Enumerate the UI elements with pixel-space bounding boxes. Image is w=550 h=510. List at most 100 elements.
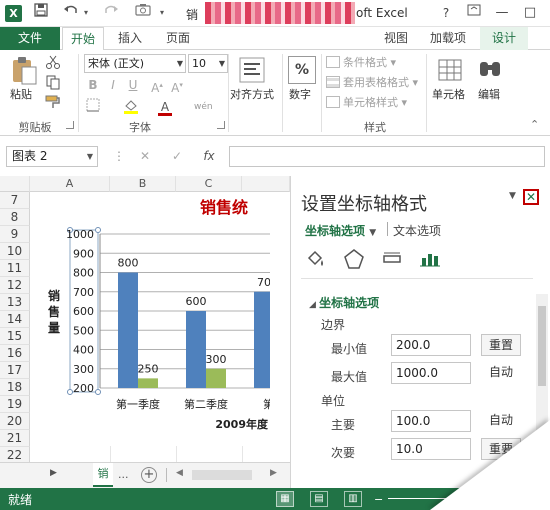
reset-minimum-button[interactable]: 重置 [481,334,521,356]
chart-area[interactable]: 1000 900 800 700 600 500 400 300 200 800 250 第一季度 60… [32,192,285,446]
row-header[interactable]: 13 [0,294,30,311]
sheet-tab-active[interactable]: 销 [93,463,113,487]
tab-addins[interactable]: 加载项 [424,27,472,50]
column-header[interactable]: A [30,176,110,192]
select-all-corner[interactable] [0,176,30,192]
axis-options-section-header[interactable]: ◢ 坐标轴选项 [309,294,379,311]
row-header[interactable]: 22 [0,447,30,462]
minimum-input[interactable]: 200.0 [391,334,471,356]
redo-icon[interactable] [100,3,122,23]
cell-style-button[interactable]: 单元格样式 ▾ [326,94,407,112]
row-header[interactable]: 12 [0,277,30,294]
align-icon[interactable] [238,56,266,84]
formula-input[interactable] [229,146,545,167]
font-name-combo[interactable]: 宋体 (正文) ▼ [84,54,186,73]
pane-scroll-thumb[interactable] [538,306,546,386]
enter-formula-button[interactable]: ✓ [166,146,188,167]
horizontal-scrollbar[interactable] [192,470,252,480]
row-header[interactable]: 16 [0,345,30,362]
cancel-formula-button[interactable]: ✕ [134,146,156,167]
underline-button[interactable]: U [124,76,142,94]
border-icon[interactable] [84,98,102,116]
scroll-right-icon[interactable]: ▶ [270,468,277,478]
camera-icon[interactable] [132,3,154,23]
clipboard-launcher-icon[interactable] [66,121,74,129]
more-sheets-button[interactable]: ... [118,468,129,481]
column-header[interactable]: B [110,176,176,192]
row-header[interactable]: 7 [0,192,30,209]
fill-color-icon[interactable] [122,98,140,116]
axis-options-icon[interactable] [419,248,441,270]
tab-design[interactable]: 设计 [480,27,528,50]
close-icon[interactable]: ✕ [523,189,539,205]
page-break-view-icon[interactable]: ▥ [344,491,362,507]
tab-axis-options[interactable]: 坐标轴选项 ▼ [305,222,376,239]
bold-button[interactable]: B [84,76,102,94]
undo-icon[interactable] [60,3,82,23]
font-color-icon[interactable]: A [156,98,174,116]
italic-button[interactable]: I [104,76,122,94]
chart-title[interactable]: 销售统 [200,194,248,218]
tab-file[interactable]: 文件 [0,27,60,50]
effects-icon[interactable] [343,248,365,270]
collapse-ribbon-icon[interactable]: ⌃ [530,116,539,134]
row-header[interactable]: 14 [0,311,30,328]
restore-button[interactable]: □ [516,2,544,24]
tab-page-layout[interactable]: 页面 [158,27,198,50]
maximum-input[interactable]: 1000.0 [391,362,471,384]
cells-icon[interactable] [436,56,464,84]
help-button[interactable]: ? [432,2,460,24]
worksheet-grid[interactable]: A B C 7 8 9 10 11 12 13 14 15 16 17 18 1… [0,176,290,462]
row-header[interactable]: 18 [0,379,30,396]
row-header[interactable]: 20 [0,413,30,430]
chart-svg[interactable]: 1000 900 800 700 600 500 400 300 200 800 250 第一季度 60… [32,192,285,446]
tab-insert[interactable]: 插入 [110,27,150,50]
column-header[interactable] [242,176,290,192]
save-icon[interactable] [30,3,52,23]
row-header[interactable]: 21 [0,430,30,447]
cut-icon[interactable] [45,54,61,72]
separator [387,222,388,236]
phonetic-icon[interactable]: wén [194,98,213,116]
data-label: 600 [186,295,207,308]
row-header[interactable]: 10 [0,243,30,260]
copy-icon[interactable] [45,74,61,92]
add-sheet-button[interactable]: + [141,467,157,483]
normal-view-icon[interactable]: ▦ [276,491,294,507]
ribbon-display-icon[interactable] [460,2,488,24]
percent-icon[interactable]: % [288,56,316,84]
binoculars-icon[interactable] [476,56,504,84]
conditional-format-button[interactable]: 条件格式 ▾ [326,54,396,72]
column-header[interactable]: C [176,176,242,192]
paste-icon[interactable] [10,56,38,85]
name-box[interactable]: 图表 2 ▼ [6,146,98,167]
zoom-out-button[interactable]: − [374,493,383,506]
undo-dropdown-icon[interactable]: ▾ [80,3,92,23]
fill-line-icon[interactable] [305,248,327,270]
grow-font-icon[interactable]: A▴ [148,76,166,95]
format-painter-icon[interactable] [45,94,61,112]
shrink-font-icon[interactable]: A▾ [168,76,186,95]
table-format-button[interactable]: 套用表格格式 ▾ [326,74,418,92]
tab-view[interactable]: 视图 [376,27,416,50]
row-header[interactable]: 15 [0,328,30,345]
auto-maximum-button[interactable]: 自动 [481,362,521,384]
tab-home[interactable]: 开始 [62,27,104,51]
row-header[interactable]: 11 [0,260,30,277]
font-launcher-icon[interactable] [217,121,225,129]
page-layout-view-icon[interactable]: ▤ [310,491,328,507]
tab-text-options[interactable]: 文本选项 [393,222,441,239]
scroll-sheets-icon[interactable]: ▶ [50,468,57,478]
customize-qa-icon[interactable]: ▾ [156,3,168,23]
scroll-left-icon[interactable]: ◀ [176,468,183,478]
font-size-combo[interactable]: 10 ▼ [188,54,228,73]
row-header[interactable]: 17 [0,362,30,379]
row-header[interactable]: 19 [0,396,30,413]
row-header[interactable]: 8 [0,209,30,226]
size-properties-icon[interactable] [381,248,403,270]
pane-options-icon[interactable]: ▼ [509,191,516,201]
row-header[interactable]: 9 [0,226,30,243]
x-tick-label: 第一季度 [116,397,160,411]
insert-function-button[interactable]: fx [198,146,220,167]
minimize-button[interactable]: — [488,2,516,24]
